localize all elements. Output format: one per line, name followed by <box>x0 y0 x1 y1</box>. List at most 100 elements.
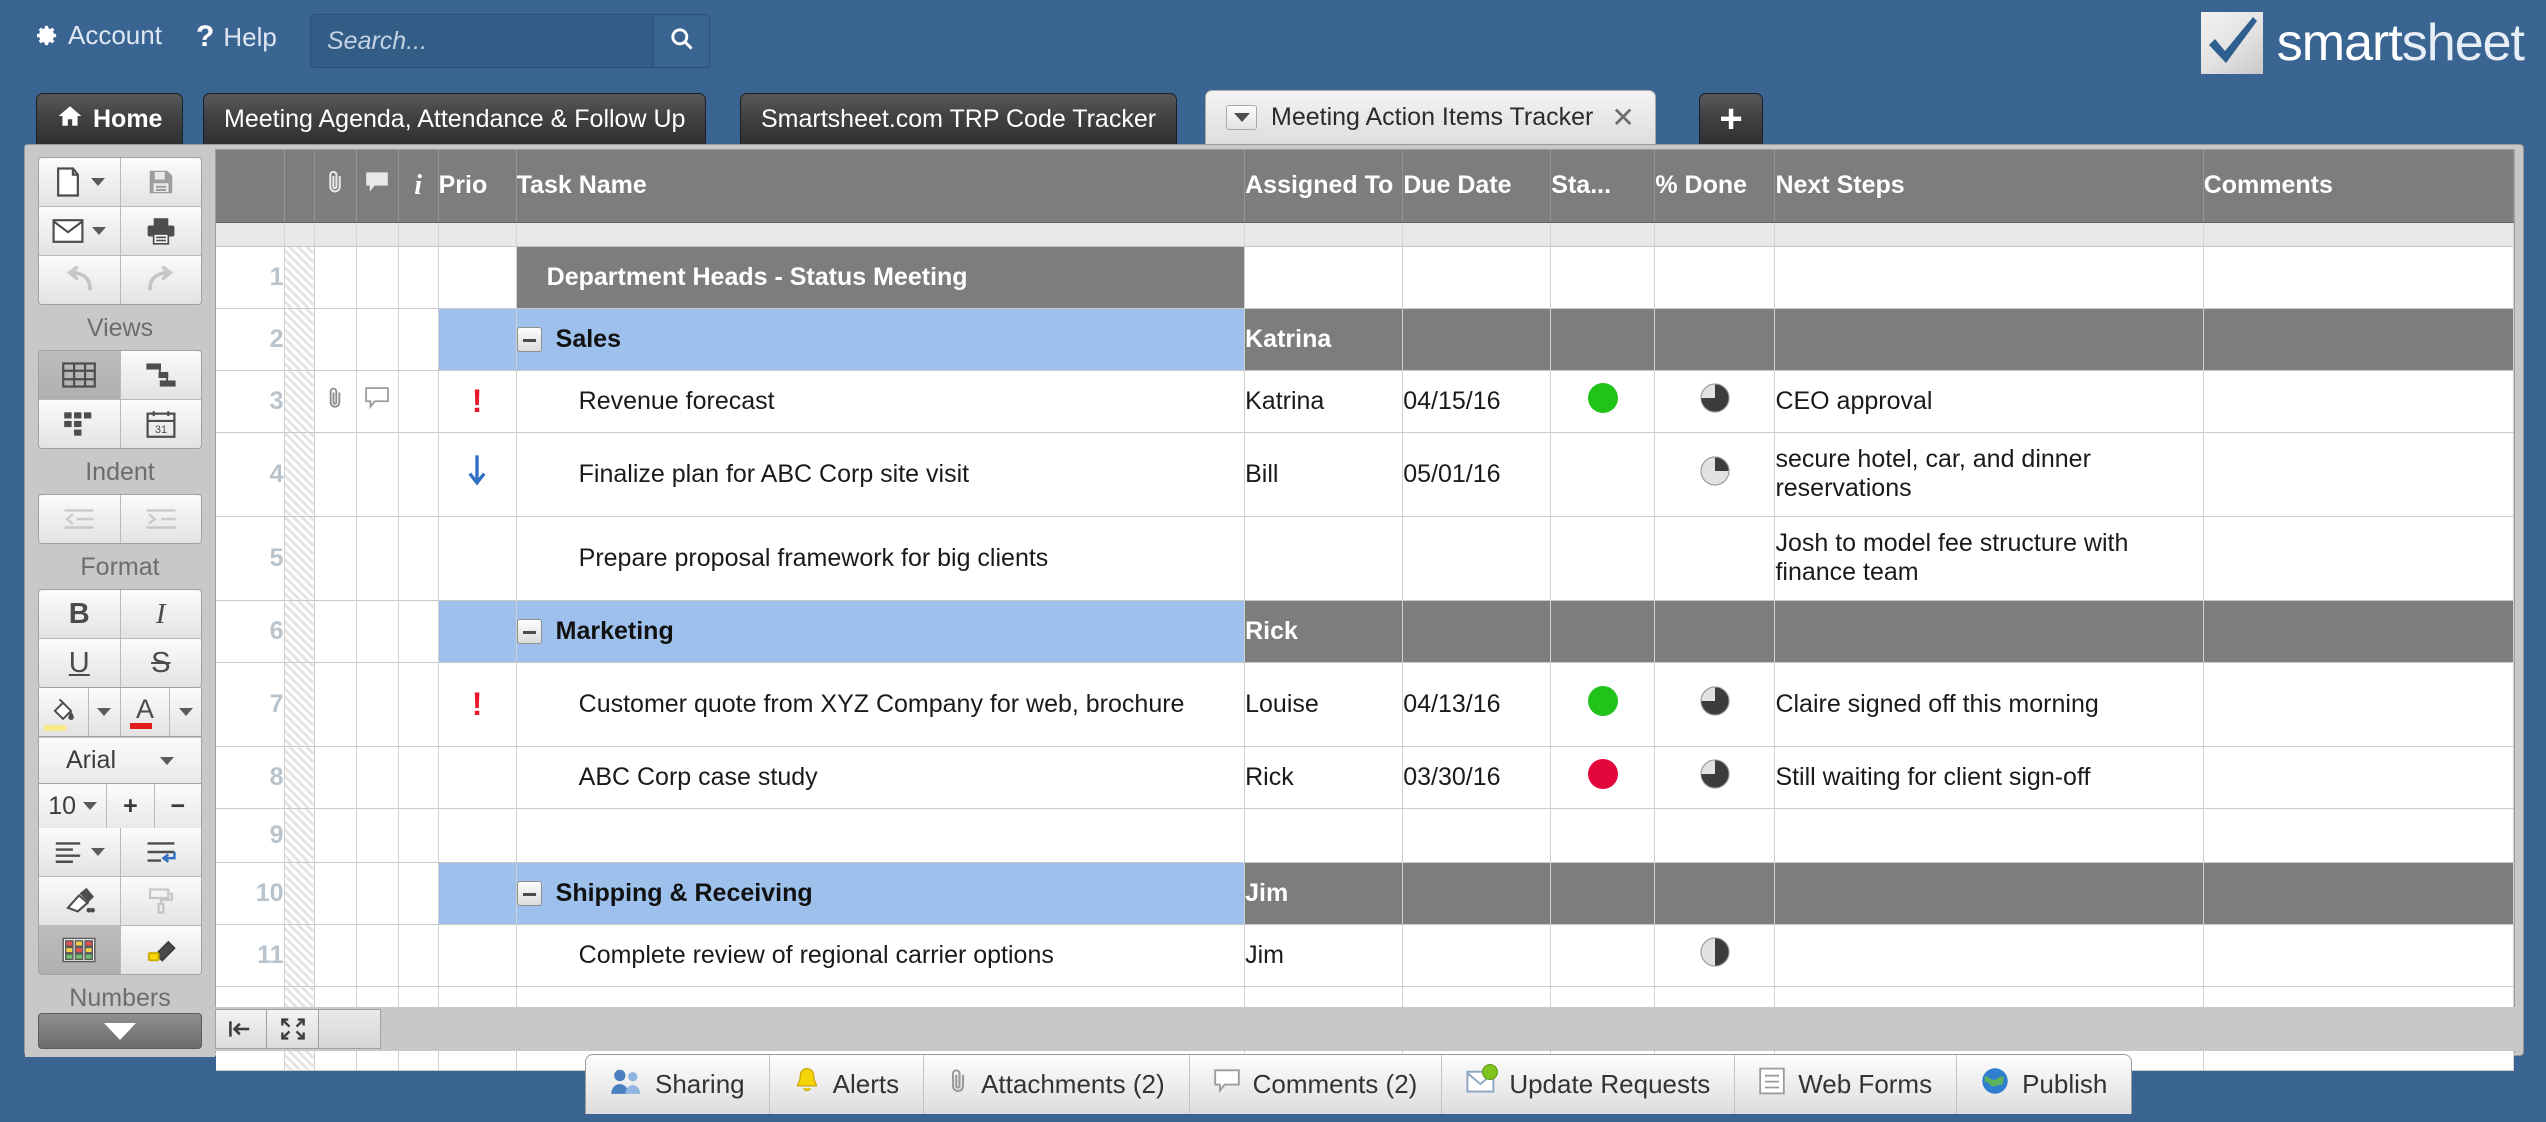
table-row[interactable]: 10 Shipping & Receiving Jim <box>216 862 2515 925</box>
row-number[interactable]: 3 <box>216 370 285 433</box>
row-priority-cell[interactable] <box>438 924 517 987</box>
row-number[interactable]: 2 <box>216 308 285 371</box>
row-handle[interactable] <box>284 746 315 809</box>
percent-done-pie[interactable] <box>1700 759 1730 795</box>
row-handle[interactable] <box>284 370 315 433</box>
row-task-name-cell[interactable]: Complete review of regional carrier opti… <box>516 924 1246 987</box>
row-handle[interactable] <box>284 308 315 371</box>
row-due-date-cell[interactable] <box>1402 808 1552 863</box>
row-pct-done-cell[interactable] <box>1654 432 1776 517</box>
table-row[interactable]: 7! Customer quote from XYZ Company for we… <box>216 662 2515 747</box>
row-comments-cell[interactable] <box>2203 808 2515 863</box>
row-info-cell[interactable] <box>398 432 439 517</box>
row-due-date-cell[interactable]: 03/30/16 <box>1402 746 1552 809</box>
gantt-view-button[interactable] <box>120 351 201 399</box>
row-priority-cell[interactable] <box>438 808 517 863</box>
row-comments-cell[interactable] <box>2203 246 2515 309</box>
row-attachment-cell[interactable] <box>314 746 357 809</box>
font-size-select[interactable]: 10 <box>39 784 107 828</box>
new-document-button[interactable] <box>39 158 120 206</box>
row-task-name-cell[interactable]: Sales <box>516 308 1246 371</box>
col-header-pct-done[interactable]: % Done <box>1654 150 1776 223</box>
row-comments-cell[interactable] <box>2203 370 2515 433</box>
row-priority-cell[interactable]: ! <box>438 370 517 433</box>
indent-button[interactable] <box>120 495 201 543</box>
underline-button[interactable]: U <box>39 639 120 687</box>
col-header-prio[interactable]: Prio <box>438 150 517 223</box>
row-comments-cell[interactable] <box>2203 924 2515 987</box>
row-pct-done-cell[interactable] <box>1654 246 1776 309</box>
row-assigned-to-cell[interactable]: Rick <box>1244 600 1404 663</box>
row-assigned-to-cell[interactable] <box>1244 246 1404 309</box>
row-comment-cell[interactable] <box>356 746 399 809</box>
row-assigned-to-cell[interactable]: Katrina <box>1244 308 1404 371</box>
row-priority-cell[interactable] <box>438 308 517 371</box>
row-pct-done-cell[interactable] <box>1654 308 1776 371</box>
row-number[interactable]: 11 <box>216 924 285 987</box>
table-row[interactable]: 3! Revenue forecast Katrina 04/15/16 CEO app… <box>216 370 2515 433</box>
col-header-task-name[interactable]: Task Name <box>516 150 1246 223</box>
row-number[interactable]: 9 <box>216 808 285 863</box>
row-pct-done-cell[interactable] <box>1654 746 1776 809</box>
percent-done-pie[interactable] <box>1700 937 1730 973</box>
row-task-name-cell[interactable]: ABC Corp case study <box>516 746 1246 809</box>
row-priority-cell[interactable] <box>438 246 517 309</box>
toolbar-scroll-down-button[interactable] <box>38 1013 202 1049</box>
row-assigned-to-cell[interactable]: Jim <box>1244 924 1404 987</box>
row-info-cell[interactable] <box>398 662 439 747</box>
collapse-all-button[interactable] <box>215 1009 267 1049</box>
row-priority-cell[interactable]: ! <box>438 662 517 747</box>
bold-button[interactable]: B <box>39 590 120 638</box>
row-task-name-cell[interactable]: Revenue forecast <box>516 370 1246 433</box>
percent-done-pie[interactable] <box>1700 686 1730 722</box>
font-size-increase-button[interactable]: + <box>107 784 154 828</box>
clear-formatting-button[interactable] <box>39 877 120 925</box>
row-handle[interactable] <box>284 924 315 987</box>
row-comment-cell[interactable] <box>356 246 399 309</box>
comment-icon[interactable] <box>365 386 389 415</box>
row-comment-cell[interactable] <box>356 862 399 925</box>
tab-meeting-agenda[interactable]: Meeting Agenda, Attendance & Follow Up <box>203 93 707 144</box>
row-attachment-cell[interactable] <box>314 808 357 863</box>
align-button[interactable] <box>39 828 120 876</box>
tab-meeting-action-items-tracker[interactable]: Meeting Action Items Tracker ✕ <box>1205 90 1656 144</box>
outdent-button[interactable] <box>39 495 120 543</box>
new-tab-button[interactable]: + <box>1699 93 1763 144</box>
row-number[interactable]: 6 <box>216 600 285 663</box>
text-color-button[interactable]: A <box>120 688 170 736</box>
alerts-button[interactable]: Alerts <box>770 1055 925 1114</box>
row-comments-cell[interactable] <box>2203 746 2515 809</box>
row-comments-cell[interactable] <box>2203 862 2515 925</box>
row-pct-done-cell[interactable] <box>1654 370 1776 433</box>
col-header-status[interactable]: Sta... <box>1550 150 1656 223</box>
row-comment-cell[interactable] <box>356 516 399 601</box>
col-header-due-date[interactable]: Due Date <box>1402 150 1552 223</box>
wrap-text-button[interactable] <box>120 828 201 876</box>
tab-home[interactable]: Home <box>36 93 184 144</box>
paperclip-icon[interactable] <box>326 387 344 416</box>
row-handle[interactable] <box>284 432 315 517</box>
row-number[interactable]: 10 <box>216 862 285 925</box>
row-assigned-to-cell[interactable]: Bill <box>1244 432 1404 517</box>
row-status-cell[interactable] <box>1550 808 1656 863</box>
sharing-button[interactable]: Sharing <box>586 1055 770 1114</box>
row-status-cell[interactable] <box>1550 746 1656 809</box>
row-priority-cell[interactable] <box>438 862 517 925</box>
search-button[interactable] <box>653 15 709 67</box>
row-next-steps-cell[interactable]: Still waiting for client sign-off <box>1774 746 2204 809</box>
table-row[interactable]: 1 Department Heads - Status Meeting <box>216 246 2515 309</box>
row-due-date-cell[interactable] <box>1402 862 1552 925</box>
row-comments-cell[interactable] <box>2203 308 2515 371</box>
row-status-cell[interactable] <box>1550 432 1656 517</box>
strikethrough-button[interactable]: S <box>120 639 201 687</box>
row-next-steps-cell[interactable]: secure hotel, car, and dinner reservatio… <box>1774 432 2204 517</box>
search-input[interactable] <box>311 15 653 67</box>
col-header-assigned-to[interactable]: Assigned To <box>1244 150 1404 223</box>
print-button[interactable] <box>120 207 201 255</box>
percent-done-pie[interactable] <box>1700 383 1730 419</box>
row-attachment-cell[interactable] <box>314 662 357 747</box>
row-next-steps-cell[interactable] <box>1774 862 2204 925</box>
row-info-cell[interactable] <box>398 924 439 987</box>
row-pct-done-cell[interactable] <box>1654 924 1776 987</box>
row-assigned-to-cell[interactable]: Rick <box>1244 746 1404 809</box>
